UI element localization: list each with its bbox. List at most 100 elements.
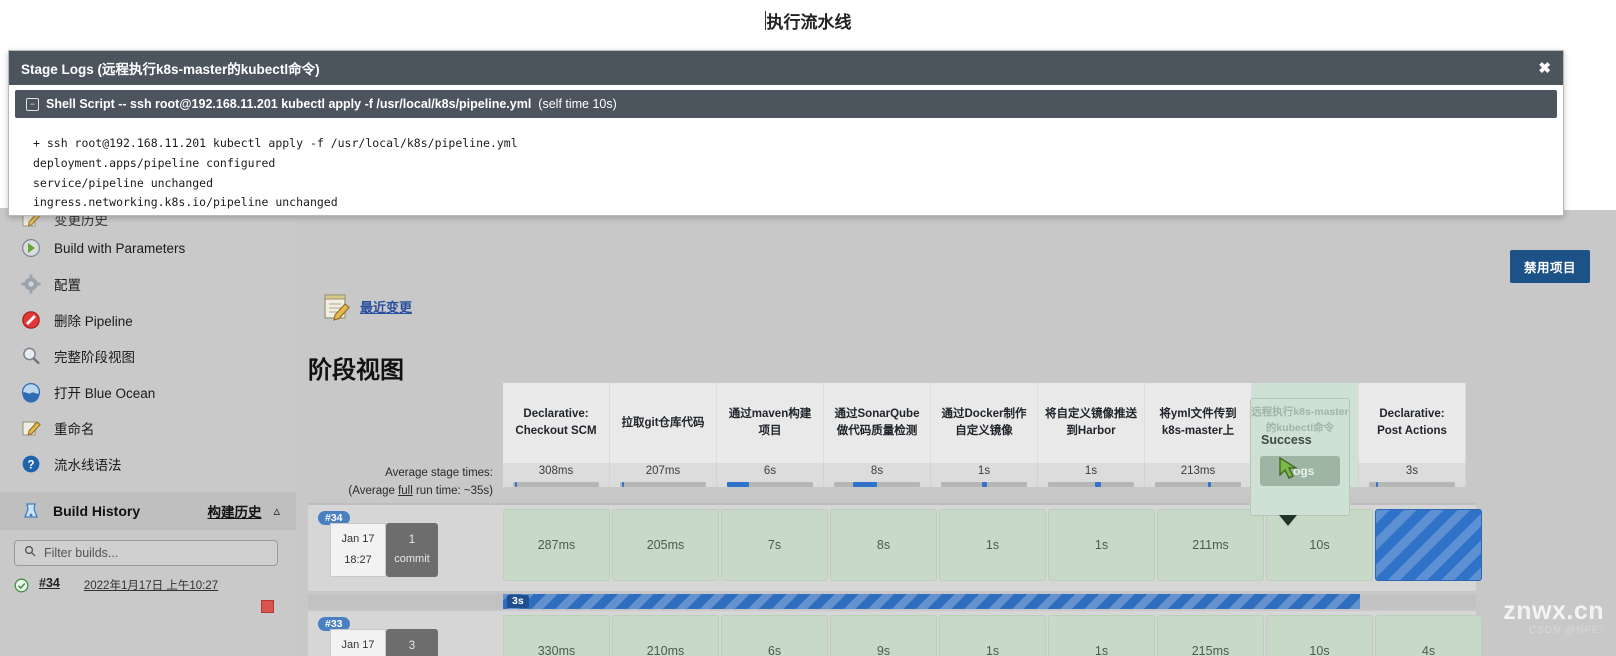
build-history-icon [20,500,42,522]
build-commits-box[interactable]: 3commits [386,629,438,656]
stage-cell-r2-c2[interactable]: 210ms [612,615,719,656]
stage-cell-duration: 7s [767,538,782,552]
average-time-value: 8s [870,465,884,477]
stage-header-label: 通过Docker制作自定义镜像 [941,408,1027,437]
magnifier-icon [20,345,42,367]
build-history-cn-link[interactable]: 构建历史 [207,501,261,521]
stage-cells: 287ms 205ms 7s 8s 1s 1s 211ms 10s [503,505,1484,591]
build-history-actions: 构建历史 ▵ [207,501,280,521]
build-history-header[interactable]: Build History 构建历史 ▵ [0,492,296,530]
stage-cell-r1-c7[interactable]: 211ms [1157,509,1264,581]
stage-header-3[interactable]: 通过maven构建项目 [717,383,824,463]
build-list-item[interactable]: #34 2022年1月17日 上午10:27 [0,572,296,613]
stage-cell-r1-c1[interactable]: 287ms [503,509,610,581]
stage-cell-duration: 211ms [1192,538,1229,552]
average-time-track [513,482,599,487]
app-root: 执行流水线 变更历史 Build with Parameters 配置 删除 Pipe… [0,0,1616,656]
stage-cell-r2-c8[interactable]: 10s [1266,615,1373,656]
modal-header: Stage Logs (远程执行k8s-master的kubectl命令) ✖ [9,51,1563,85]
filter-builds-wrap [0,530,296,572]
stage-header-2[interactable]: 拉取git仓库代码 [610,383,717,463]
sidebar-item-6[interactable]: 打开 Blue Ocean [0,374,296,410]
average-time-cell-3: 6s [717,463,824,487]
sidebar-item-label: 重命名 [54,422,95,437]
stage-cell-duration: 1s [985,538,1000,552]
build-timestamp[interactable]: 2022年1月17日 上午10:27 [84,580,218,592]
stage-cell-r2-c6[interactable]: 1s [1048,615,1155,656]
average-time-track [1369,482,1455,487]
commit-label: commit [394,553,430,566]
disable-project-button[interactable]: 禁用项目 [1509,250,1590,283]
search-icon [24,544,36,562]
stage-cell-duration: 9s [876,644,891,656]
stage-header-5[interactable]: 通过Docker制作自定义镜像 [931,383,1038,463]
stage-cell-r2-c3[interactable]: 6s [721,615,828,656]
stage-cell-duration: 330ms [537,644,576,656]
sidebar-item-3[interactable]: 配置 [0,266,296,302]
stage-cell-r1-c5[interactable]: 1s [939,509,1046,581]
gear-icon [20,273,42,295]
average-time-fill [1208,482,1211,487]
stage-header-7[interactable]: 将yml文件传到k8s-master上 [1145,383,1252,463]
stage-cell-r1-c2[interactable]: 205ms [612,509,719,581]
delete-icon [20,309,42,331]
notepad-pencil-icon [321,290,353,322]
log-line-3: service/pipeline unchanged [33,175,214,190]
chevron-up-icon[interactable]: ▵ [273,503,280,519]
help-icon: ? [20,453,42,475]
average-time-cell-9: 3s [1359,463,1466,487]
stage-header-1[interactable]: Declarative: Checkout SCM [503,383,610,463]
average-time-cell-5: 1s [931,463,1038,487]
stage-cell-r1-c4[interactable]: 8s [830,509,937,581]
log-output: + ssh root@192.168.11.201 kubectl apply … [9,118,1563,221]
average-time-cell-2: 207ms [610,463,717,487]
stage-cell-r2-c1[interactable]: 330ms [503,615,610,656]
build-number-link[interactable]: #34 [39,576,60,590]
build-meta: 2022年1月17日 上午10:27 [84,576,218,594]
build-date-box: Jan 1718:25 [330,629,386,656]
watermark: znwx.cn CSDN @NPE- [1503,599,1604,637]
average-time-value: 3s [1405,465,1419,477]
build-progress-fill: 3s [503,594,1360,609]
stage-cell-r1-c9[interactable] [1375,509,1482,581]
average-time-value: 207ms [645,465,681,477]
mouse-cursor-icon [1278,456,1304,480]
sidebar-item-4[interactable]: 删除 Pipeline [0,302,296,338]
sidebar-item-8[interactable]: ? 流水线语法 [0,446,296,482]
average-time-fill [982,482,987,487]
sidebar-item-7[interactable]: 重命名 [0,410,296,446]
build-params-icon [20,237,42,259]
stage-cell-r2-c7[interactable]: 215ms [1157,615,1264,656]
sidebar-item-5[interactable]: 完整阶段视图 [0,338,296,374]
stage-header-4[interactable]: 通过SonarQube做代码质量检测 [824,383,931,463]
stage-cell-duration: 210ms [646,644,685,656]
close-icon[interactable]: ✖ [1538,61,1551,76]
collapse-toggle-icon[interactable]: − [26,97,39,111]
stage-cell-duration: 1s [1094,644,1109,656]
recent-changes-row[interactable]: 最近变更 [321,290,412,322]
shell-script-bar[interactable]: − Shell Script -- ssh root@192.168.11.20… [15,90,1557,118]
stage-cell-duration: 215ms [1191,644,1230,656]
sidebar-item-label: 打开 Blue Ocean [54,386,156,401]
filter-builds-input[interactable] [44,546,268,560]
stage-header-label: 将yml文件传到k8s-master上 [1159,408,1237,437]
stage-cell-r2-c5[interactable]: 1s [939,615,1046,656]
stage-cell-r1-c3[interactable]: 7s [721,509,828,581]
recent-changes-link[interactable]: 最近变更 [360,297,412,316]
build-meta-card: Jan 1718:253commits [330,629,438,656]
warning-badge-icon[interactable] [261,600,274,613]
average-time-track [1155,482,1241,487]
shell-script-command: Shell Script -- ssh root@192.168.11.201 … [46,97,532,111]
filter-builds-box[interactable] [14,540,278,566]
average-time-fill [514,482,518,487]
stage-cell-r2-c9[interactable]: 4s [1375,615,1482,656]
build-commits-box[interactable]: 1 commit [386,523,438,577]
stage-cell-r2-c4[interactable]: 9s [830,615,937,656]
average-time-track [1048,482,1134,487]
average-time-track [620,482,706,487]
sidebar-item-2[interactable]: Build with Parameters [0,230,296,266]
stage-header-9[interactable]: Declarative: Post Actions [1359,383,1466,463]
commit-count: 3 [408,639,416,652]
stage-header-6[interactable]: 将自定义镜像推送到Harbor [1038,383,1145,463]
stage-cell-r1-c6[interactable]: 1s [1048,509,1155,581]
